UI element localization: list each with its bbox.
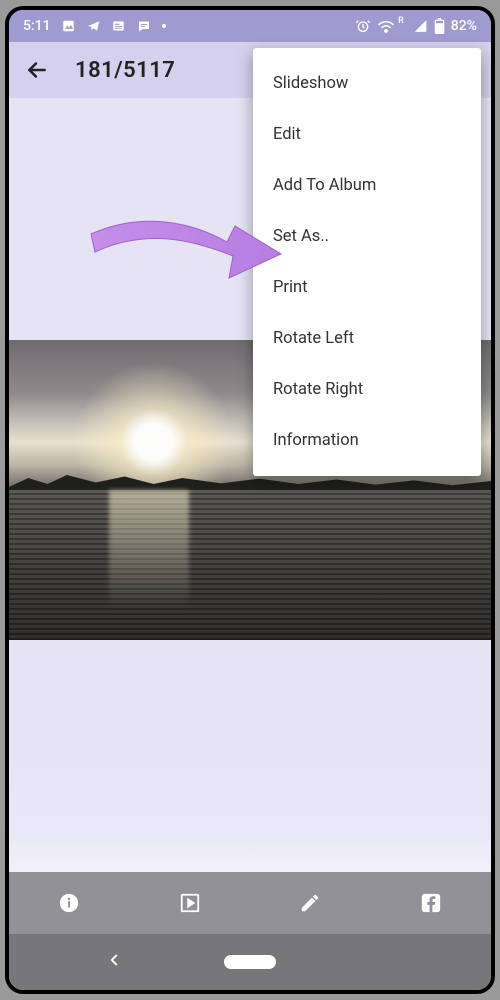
- bottom-action-bar: [9, 872, 491, 934]
- system-nav-bar: [9, 934, 491, 990]
- nav-home-pill[interactable]: [224, 955, 276, 969]
- photo-counter: 181/5117: [75, 58, 175, 83]
- menu-item-information[interactable]: Information: [253, 415, 481, 466]
- device-frame: 5:11 R: [5, 6, 495, 994]
- alarm-icon: [355, 18, 371, 34]
- messages-icon: [136, 19, 152, 34]
- gradient-overlay: [9, 732, 491, 872]
- menu-item-print[interactable]: Print: [253, 262, 481, 313]
- menu-item-slideshow[interactable]: Slideshow: [253, 58, 481, 109]
- status-time: 5:11: [23, 18, 51, 34]
- battery-percentage: 82%: [451, 18, 477, 34]
- facebook-share-button[interactable]: [418, 890, 444, 916]
- menu-item-edit[interactable]: Edit: [253, 109, 481, 160]
- news-icon: [111, 19, 126, 33]
- more-indicator-dot-icon: [162, 24, 166, 28]
- cell-signal-icon: [413, 19, 428, 33]
- overflow-menu: Slideshow Edit Add To Album Set As.. Pri…: [253, 48, 481, 476]
- menu-item-set-as[interactable]: Set As..: [253, 211, 481, 262]
- menu-item-rotate-right[interactable]: Rotate Right: [253, 364, 481, 415]
- battery-icon: [434, 18, 445, 34]
- info-button[interactable]: [56, 890, 82, 916]
- edit-button[interactable]: [297, 890, 323, 916]
- menu-item-rotate-left[interactable]: Rotate Left: [253, 313, 481, 364]
- photo-icon: [61, 19, 76, 33]
- back-button[interactable]: [23, 56, 51, 84]
- nav-back-button[interactable]: [105, 951, 123, 973]
- wifi-icon: [377, 19, 395, 34]
- status-bar: 5:11 R: [9, 10, 491, 42]
- telegram-icon: [86, 19, 101, 33]
- menu-item-add-to-album[interactable]: Add To Album: [253, 160, 481, 211]
- roaming-indicator: R: [398, 16, 404, 26]
- slideshow-button[interactable]: [177, 890, 203, 916]
